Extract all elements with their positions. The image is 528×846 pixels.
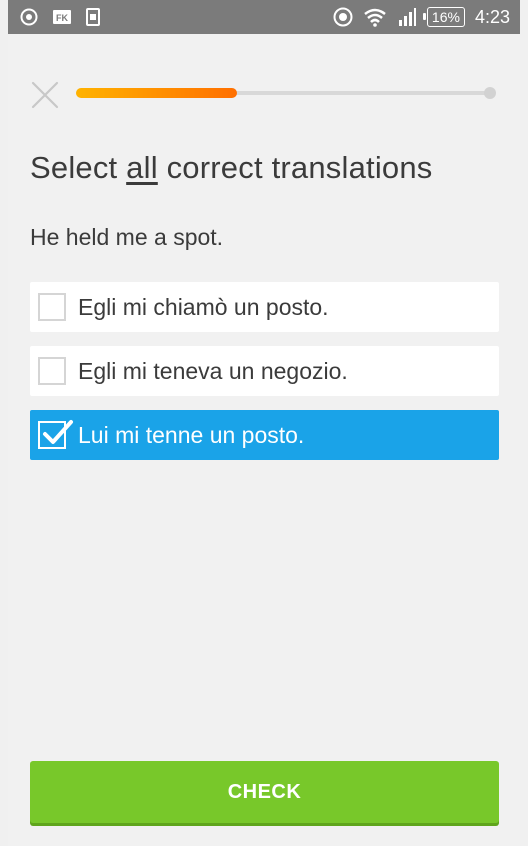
progress-end-dot bbox=[484, 87, 496, 99]
status-bar: FK 16% 4:23 bbox=[8, 0, 520, 34]
option-label: Egli mi chiamò un posto. bbox=[78, 293, 329, 320]
option-label: Egli mi teneva un negozio. bbox=[78, 357, 348, 384]
instruction-prefix: Select bbox=[30, 150, 127, 185]
data-saver-icon bbox=[333, 7, 353, 27]
checkbox-icon[interactable] bbox=[38, 293, 66, 321]
option-label: Lui mi tenne un posto. bbox=[78, 421, 305, 448]
source-sentence: He held me a spot. bbox=[30, 224, 224, 250]
svg-text:FK: FK bbox=[56, 13, 68, 23]
status-bar-left: FK bbox=[20, 0, 100, 34]
answer-option[interactable]: Egli mi chiamò un posto. bbox=[30, 282, 499, 332]
wifi-icon bbox=[363, 7, 387, 27]
answer-options: Egli mi chiamò un posto. Egli mi teneva … bbox=[30, 282, 499, 474]
answer-option[interactable]: Lui mi tenne un posto. bbox=[30, 410, 499, 460]
app-frame: FK 16% 4:23 Select all correct translati… bbox=[8, 0, 520, 846]
speedometer-icon bbox=[20, 8, 38, 26]
check-button[interactable]: CHECK bbox=[30, 761, 499, 823]
answer-option[interactable]: Egli mi teneva un negozio. bbox=[30, 346, 499, 396]
battery-indicator: 16% bbox=[422, 7, 465, 27]
instruction-emphasis: all bbox=[126, 150, 158, 185]
close-icon[interactable] bbox=[30, 80, 60, 110]
checkbox-checked-icon[interactable] bbox=[38, 420, 73, 449]
instruction-suffix: correct translations bbox=[157, 150, 433, 185]
instruction-heading: Select all correct translations bbox=[30, 150, 433, 186]
fk-app-icon: FK bbox=[52, 9, 72, 25]
signal-icon bbox=[397, 8, 417, 26]
checkbox-icon[interactable] bbox=[38, 357, 66, 385]
progress-fill bbox=[76, 88, 238, 98]
lesson-progress-bar bbox=[76, 87, 496, 99]
clock: 4:23 bbox=[474, 6, 510, 27]
status-bar-right: 16% 4:23 bbox=[333, 0, 510, 34]
sim-icon bbox=[86, 8, 100, 26]
